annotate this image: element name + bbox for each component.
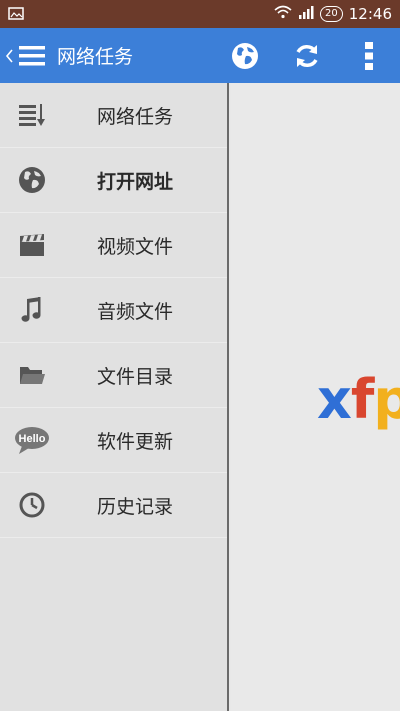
- battery-indicator: 20: [320, 6, 343, 22]
- logo-letter-f: f: [350, 368, 374, 431]
- drawer-item-open-url[interactable]: 打开网址: [0, 148, 227, 213]
- menu-toggle-button[interactable]: [17, 41, 47, 71]
- more-vert-icon: [365, 41, 373, 70]
- hamburger-icon: [19, 45, 45, 65]
- page-title: 网络任务: [57, 46, 134, 68]
- image-icon: [8, 5, 24, 24]
- refresh-button[interactable]: [276, 28, 338, 83]
- status-right: 20 12:46: [274, 5, 392, 23]
- hello-bubble-text: Hello: [19, 433, 46, 445]
- drawer-item-audio-files[interactable]: 音频文件: [0, 278, 227, 343]
- music-note-icon: [0, 296, 64, 324]
- drawer-item-label: 音频文件: [97, 300, 174, 323]
- drawer-item-video-files[interactable]: 视频文件: [0, 213, 227, 278]
- status-clock: 12:46: [348, 5, 392, 23]
- drawer-item-label: 网络任务: [97, 105, 174, 128]
- hello-bubble-icon: Hello: [0, 425, 64, 455]
- globe-icon: [0, 165, 64, 195]
- overflow-menu-button[interactable]: [338, 28, 400, 83]
- action-icons: [214, 28, 400, 83]
- refresh-icon: [296, 44, 318, 67]
- logo-letter-x: x: [317, 368, 352, 431]
- drawer-item-label: 文件目录: [97, 365, 174, 388]
- action-bar: 网络任务: [0, 28, 400, 83]
- drawer-item-label: 软件更新: [97, 430, 174, 453]
- clapperboard-icon: [0, 233, 64, 257]
- main-content: xfp: [231, 83, 400, 711]
- drawer-item-label: 视频文件: [97, 235, 174, 258]
- folder-icon: [0, 363, 64, 387]
- signal-icon: [298, 5, 314, 23]
- drawer-item-label: 历史记录: [97, 495, 174, 518]
- app-logo: xfp: [317, 368, 400, 431]
- status-bar: 20 12:46: [0, 0, 400, 28]
- open-url-button[interactable]: [214, 28, 276, 83]
- drawer-item-history[interactable]: 历史记录: [0, 473, 227, 538]
- list-download-icon: [0, 103, 64, 127]
- drawer-item-label: 打开网址: [97, 170, 174, 193]
- back-chevron-icon[interactable]: [3, 48, 15, 64]
- wifi-icon: [274, 5, 292, 23]
- clock-icon: [0, 491, 64, 519]
- navigation-drawer: 网络任务 打开网址 视频文件 音频文件 文件目录 Hello 软件更新 历史记录: [0, 83, 229, 711]
- status-left: [8, 5, 24, 24]
- logo-letter-p: p: [373, 368, 400, 431]
- drawer-item-software-update[interactable]: Hello 软件更新: [0, 408, 227, 473]
- drawer-item-file-directory[interactable]: 文件目录: [0, 343, 227, 408]
- drawer-item-network-tasks[interactable]: 网络任务: [0, 83, 227, 148]
- globe-icon: [232, 42, 258, 69]
